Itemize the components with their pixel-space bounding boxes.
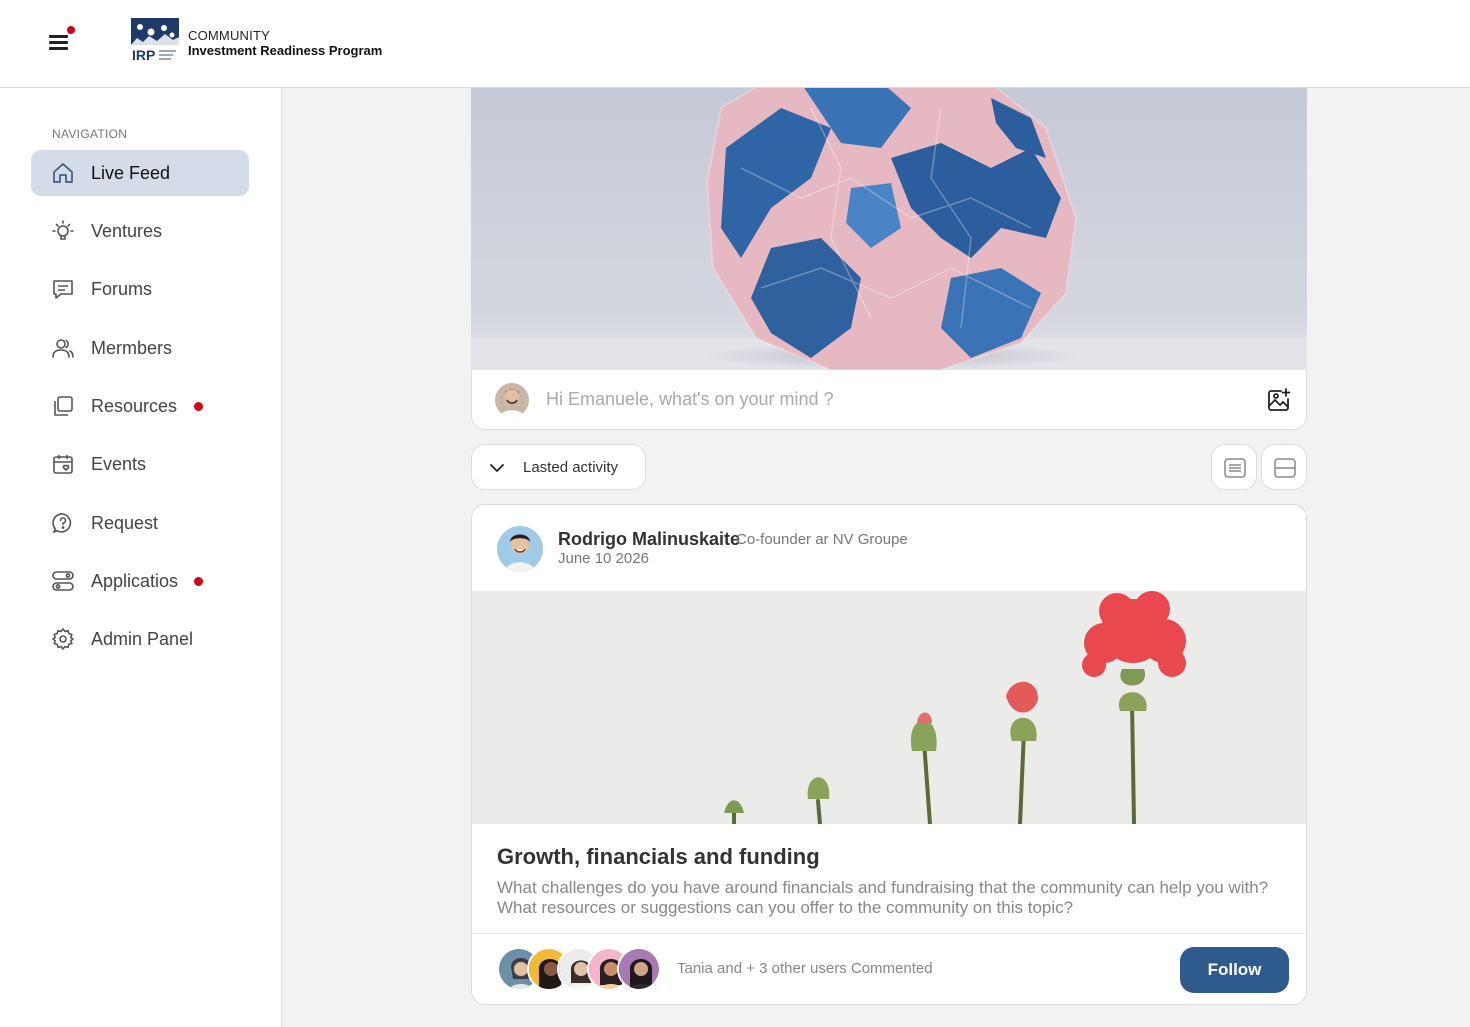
sort-dropdown[interactable]: Lasted activity: [471, 444, 646, 490]
sidebar-item-resources[interactable]: Resources: [31, 383, 249, 429]
brand-community: COMMUNITY: [188, 28, 270, 43]
brand-text: COMMUNITY Investment Readiness Program: [188, 28, 382, 58]
post-divider: [472, 933, 1306, 934]
hero-image-globe: [471, 88, 1307, 370]
post-image-flowers: [472, 591, 1306, 824]
menu-button[interactable]: [44, 26, 75, 54]
commented-summary[interactable]: Tania and + 3 other users Commented: [677, 960, 933, 977]
nav-heading: NAVIGATION: [52, 127, 128, 141]
user-avatar[interactable]: [495, 383, 529, 417]
lightbulb-icon: [52, 220, 74, 240]
author-avatar[interactable]: [497, 526, 543, 572]
sidebar-item-label: Applicatios: [91, 571, 179, 591]
globe-illustration: [471, 88, 1307, 370]
resources-badge: [194, 402, 203, 411]
chat-icon: [53, 280, 73, 299]
sidebar-item-label: Admin Panel: [91, 629, 194, 649]
sidebar-item-forums[interactable]: Forums: [31, 266, 249, 312]
card-view-icon: [1274, 458, 1296, 478]
applications-icon: [52, 571, 74, 591]
sidebar-item-label: Mermbers: [91, 338, 173, 358]
add-image-icon[interactable]: [1266, 387, 1292, 413]
post-date: June 10 2026: [558, 550, 649, 567]
users-icon: [52, 339, 74, 358]
irp-logo[interactable]: IRP: [131, 18, 179, 64]
folders-icon: [54, 396, 73, 416]
sidebar-item-label: Events: [91, 454, 147, 474]
calendar-icon: [53, 455, 73, 474]
gear-icon: [52, 628, 74, 650]
post-body: What challenges do you have around finan…: [497, 878, 1269, 917]
sidebar-item-events[interactable]: Events: [31, 441, 249, 487]
post-composer-input[interactable]: [546, 384, 1226, 414]
sidebar-item-admin-panel[interactable]: Admin Panel: [31, 616, 249, 662]
sidebar-item-label: Live Feed: [91, 163, 171, 183]
list-view-button[interactable]: [1211, 444, 1257, 490]
sidebar-item-label: Forums: [91, 279, 153, 299]
sidebar-item-label: Ventures: [91, 221, 163, 241]
home-icon: [53, 163, 73, 183]
follow-button[interactable]: Follow: [1180, 947, 1289, 993]
commenter-avatars[interactable]: [497, 947, 677, 993]
menu-icon-line: [49, 41, 68, 44]
author-role: Co-founder ar NV Groupe: [736, 531, 908, 548]
top-header: IRP COMMUNITY Investment Readiness Progr…: [0, 0, 1470, 88]
author-name[interactable]: Rodrigo Malinuskaite: [558, 529, 740, 550]
help-bubble-icon: [52, 513, 72, 534]
sidebar-item-ventures[interactable]: Ventures: [31, 208, 249, 254]
sidebar-item-request[interactable]: Request: [31, 500, 249, 546]
flowers-illustration: [472, 591, 1306, 824]
sidebar-item-label: Request: [91, 513, 159, 533]
post-composer: [471, 370, 1307, 430]
sidebar-item-label: Resources: [91, 396, 178, 416]
svg-text:IRP: IRP: [132, 47, 155, 63]
card-view-button[interactable]: [1261, 444, 1307, 490]
sort-label: Lasted activity: [523, 459, 619, 476]
sidebar-item-applications[interactable]: Applicatios: [31, 558, 249, 604]
sidebar-item-members[interactable]: Mermbers: [31, 325, 249, 371]
sidebar-item-live-feed[interactable]: Live Feed: [31, 150, 249, 196]
sidebar: NAVIGATION Live Feed Ventures Forums Mer…: [0, 88, 282, 1027]
menu-icon-line: [49, 47, 68, 50]
applications-badge: [194, 577, 203, 586]
menu-icon: [49, 35, 68, 38]
post-card: Rodrigo Malinuskaite Co-founder ar NV Gr…: [471, 504, 1307, 1005]
brand-program-name: Investment Readiness Program: [188, 43, 383, 58]
post-title: Growth, financials and funding: [497, 844, 820, 869]
list-view-icon: [1224, 458, 1246, 478]
commenter-avatar: [617, 947, 661, 991]
notification-dot: [67, 26, 75, 34]
chevron-down-icon: [490, 464, 504, 472]
